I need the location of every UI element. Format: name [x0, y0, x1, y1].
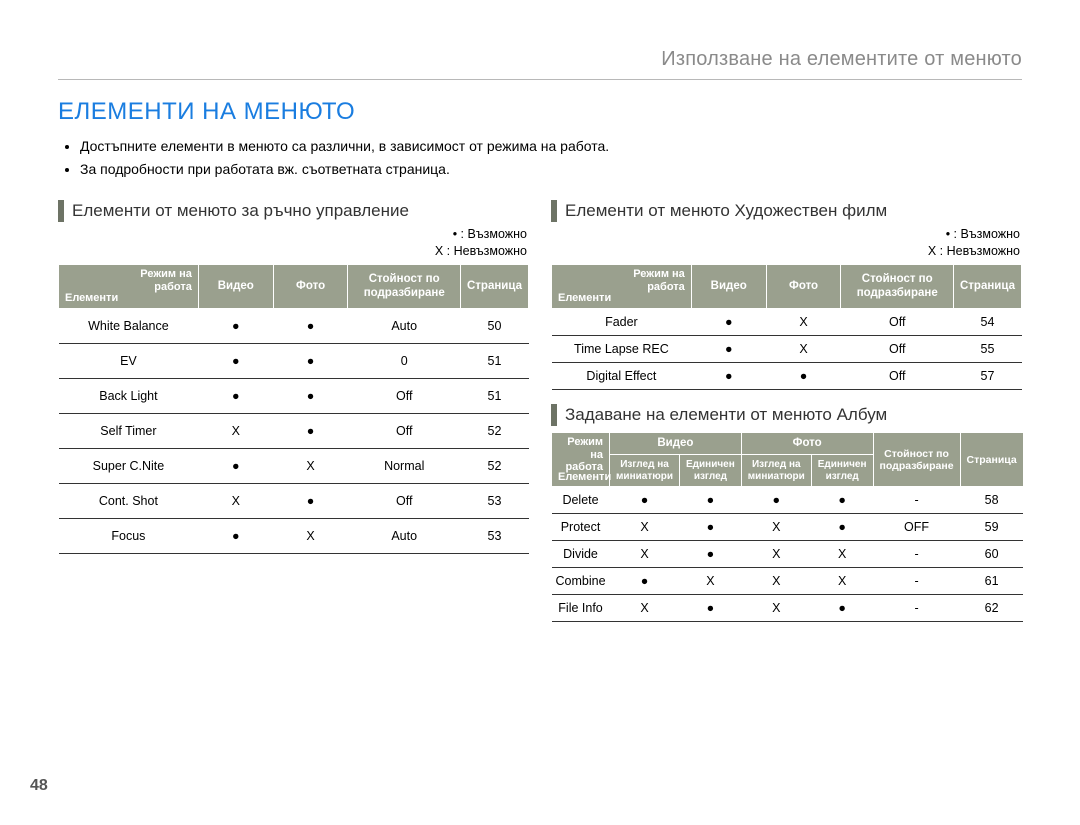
divider — [58, 79, 1022, 80]
th-video: Видео — [610, 433, 742, 455]
intro-bullet: За подробности при работата вж. съответн… — [80, 159, 1022, 181]
intro-bullet: Достъпните елементи в менюто са различни… — [80, 136, 1022, 158]
section-bar-icon — [551, 404, 557, 426]
section-bar-icon — [551, 200, 557, 222]
legend-possible: • : Възможно — [58, 226, 527, 243]
th-default: Стойност по подразбиране — [841, 265, 954, 309]
section-title: Елементи от менюто за ръчно управление — [72, 201, 409, 221]
th-video: Видео — [691, 265, 766, 309]
legend-impossible: X : Невъзможно — [551, 243, 1020, 260]
table-row: EV●●051 — [59, 344, 529, 379]
intro-list: Достъпните елементи в менюто са различни… — [58, 136, 1022, 180]
table-row: Cont. ShotX●Off53 — [59, 484, 529, 519]
th-page: Страница — [460, 265, 528, 309]
section-header-album: Задаване на елементи от менюто Албум — [551, 404, 1022, 426]
section-bar-icon — [58, 200, 64, 222]
table-row: Super C.Nite●XNormal52 — [59, 449, 529, 484]
table-row: DivideX●XX-60 — [552, 541, 1024, 568]
table-row: Combine●XXX-61 — [552, 568, 1024, 595]
th-corner: Режим наработа Елементи — [552, 433, 610, 487]
th-single: Единичен изглед — [811, 455, 873, 487]
table-row: File InfoX●X●-62 — [552, 595, 1024, 622]
table-row: Delete●●●●-58 — [552, 487, 1024, 514]
table-row: Fader●XOff54 — [552, 309, 1022, 336]
th-single: Единичен изглед — [680, 455, 742, 487]
legend: • : Възможно X : Невъзможно — [58, 226, 527, 260]
table-row: Digital Effect●●Off57 — [552, 363, 1022, 390]
th-corner: Режим наработа Елементи — [59, 265, 199, 309]
th-page: Страница — [960, 433, 1023, 487]
legend-impossible: X : Невъзможно — [58, 243, 527, 260]
th-video: Видео — [198, 265, 273, 309]
table-row: Time Lapse REC●XOff55 — [552, 336, 1022, 363]
table-row: ProtectX●X●OFF59 — [552, 514, 1024, 541]
section-title: Задаване на елементи от менюто Албум — [565, 405, 887, 425]
section-header-film: Елементи от менюто Художествен филм — [551, 200, 1022, 222]
table-row: White Balance●●Auto50 — [59, 309, 529, 344]
page-number: 48 — [30, 777, 48, 795]
th-page: Страница — [954, 265, 1022, 309]
page-title: ЕЛЕМЕНТИ НА МЕНЮТО — [58, 98, 1022, 126]
th-thumb: Изглед на миниатюри — [610, 455, 680, 487]
table-row: Self TimerX●Off52 — [59, 414, 529, 449]
th-default: Стойност по подразбиране — [873, 433, 960, 487]
th-corner: Режим наработа Елементи — [552, 265, 692, 309]
section-title: Елементи от менюто Художествен филм — [565, 201, 887, 221]
th-photo: Фото — [741, 433, 873, 455]
table-row: Focus●XAuto53 — [59, 519, 529, 554]
section-header-manual: Елементи от менюто за ръчно управление — [58, 200, 529, 222]
manual-table: Режим наработа Елементи Видео Фото Стойн… — [58, 264, 529, 554]
album-table: Режим наработа Елементи Видео Фото Стойн… — [551, 432, 1024, 622]
breadcrumb: Използване на елементите от менюто — [58, 48, 1022, 71]
legend: • : Възможно X : Невъзможно — [551, 226, 1020, 260]
th-photo: Фото — [273, 265, 348, 309]
film-table: Режим наработа Елементи Видео Фото Стойн… — [551, 264, 1022, 390]
th-photo: Фото — [766, 265, 841, 309]
th-thumb: Изглед на миниатюри — [741, 455, 811, 487]
th-default: Стойност по подразбиране — [348, 265, 461, 309]
legend-possible: • : Възможно — [551, 226, 1020, 243]
table-row: Back Light●●Off51 — [59, 379, 529, 414]
